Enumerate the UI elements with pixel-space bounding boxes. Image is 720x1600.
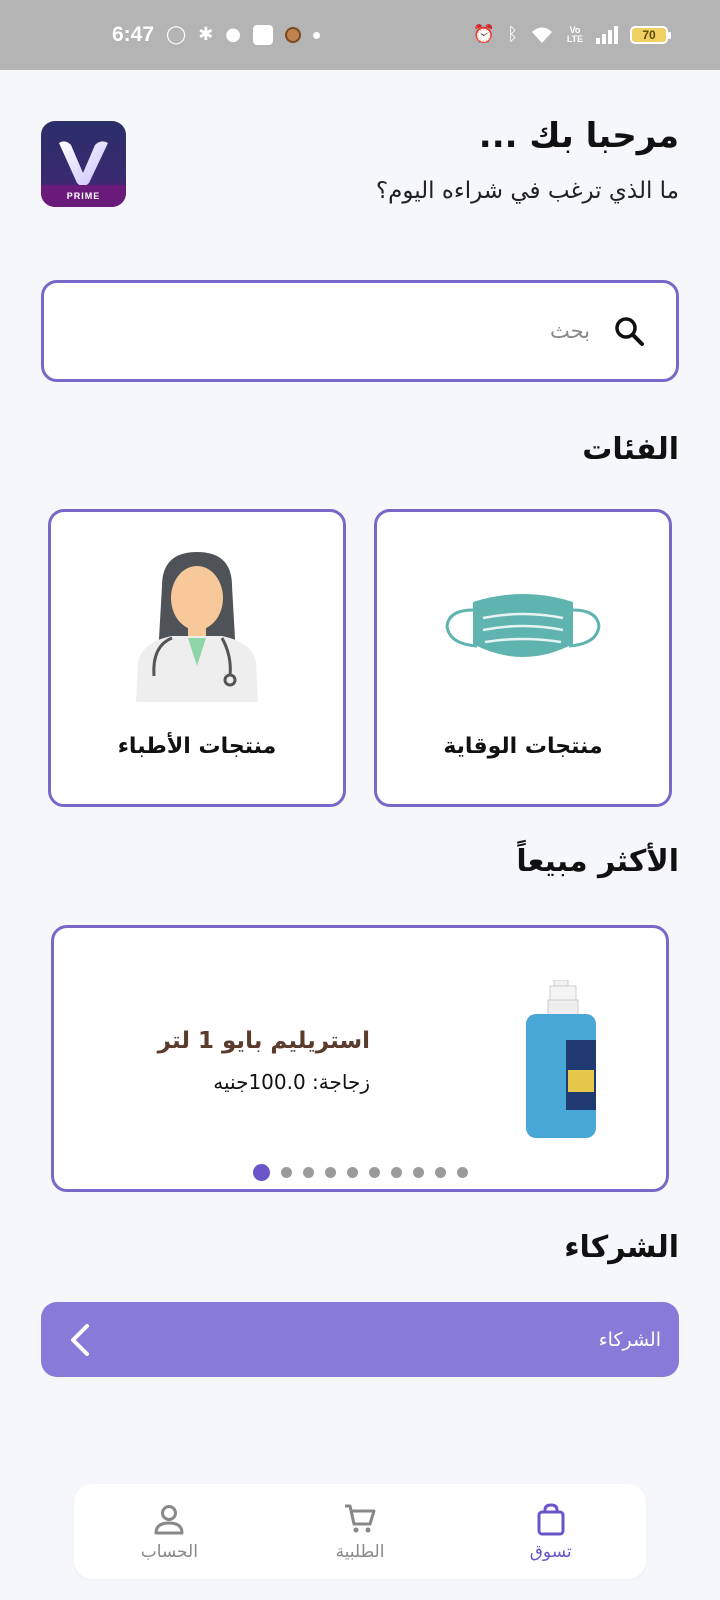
battery-icon: 70 <box>630 26 671 44</box>
carousel-dot[interactable] <box>302 1167 314 1178</box>
person-icon <box>154 1504 184 1534</box>
category-card-protection[interactable]: منتجات الوقاية <box>374 509 672 807</box>
carousel-dot[interactable] <box>434 1167 446 1178</box>
logo-text: PRIME <box>66 191 101 201</box>
battery-level: 70 <box>642 28 656 42</box>
search-icon[interactable] <box>612 314 646 348</box>
search-box[interactable] <box>41 280 679 382</box>
status-time: 6:47 <box>112 23 155 46</box>
chat-bubble-icon: ● <box>225 24 241 45</box>
status-bar: 6:47 ◯ ✱ ● ⏰ ᛒ Vo LTE 70 <box>0 0 720 70</box>
nav-item-account[interactable]: الحساب <box>74 1502 265 1562</box>
category-label: منتجات الأطباء <box>117 734 277 759</box>
carousel-indicator[interactable] <box>54 1164 666 1181</box>
partners-title: الشركاء <box>564 1230 679 1265</box>
greeting-subtitle: ما الذي ترغب في شراءه اليوم؟ <box>375 178 679 204</box>
doctor-icon <box>136 552 258 702</box>
status-left: 6:47 ◯ ✱ ● <box>112 23 320 47</box>
product-image <box>526 980 596 1138</box>
slack-icon: ✱ <box>198 24 214 45</box>
avatar-notification-icon <box>285 27 301 43</box>
carousel-dot[interactable] <box>346 1167 358 1178</box>
app-notification-icon <box>253 25 273 45</box>
product-price: زجاجة: 100.0جنيه <box>213 1070 370 1094</box>
nav-label: تسوق <box>529 1541 572 1562</box>
product-name: استريليم بايو 1 لتر <box>157 1028 370 1054</box>
categories-title: الفئات <box>582 432 679 467</box>
wifi-icon <box>532 27 552 43</box>
greeting-title: مرحبا بك ... <box>478 116 679 156</box>
carousel-dot[interactable] <box>390 1167 402 1178</box>
app-logo: PRIME <box>41 121 126 207</box>
status-right: ⏰ ᛒ Vo LTE 70 <box>472 24 671 45</box>
face-mask-icon <box>445 594 601 657</box>
nav-label: الطلبية <box>335 1541 385 1562</box>
category-card-doctors[interactable]: منتجات الأطباء <box>48 509 346 807</box>
carousel-dot[interactable] <box>412 1167 424 1178</box>
partners-button[interactable]: الشركاء <box>41 1302 679 1377</box>
carousel-dot[interactable] <box>456 1167 468 1178</box>
chevron-left-icon[interactable] <box>65 1320 97 1360</box>
more-notifications-icon <box>313 31 320 39</box>
signal-icon <box>596 26 618 44</box>
bottom-nav: تسوق الطلبية الحساب <box>74 1484 646 1579</box>
whatsapp-icon: ◯ <box>166 24 187 45</box>
carousel-dot[interactable] <box>252 1164 270 1181</box>
logo-v-icon <box>59 141 108 186</box>
best-seller-carousel[interactable]: استريليم بايو 1 لتر زجاجة: 100.0جنيه <box>51 925 669 1192</box>
alarm-icon: ⏰ <box>472 24 496 45</box>
category-label: منتجات الوقاية <box>443 734 603 759</box>
cart-icon <box>345 1504 376 1532</box>
nav-item-orders[interactable]: الطلبية <box>265 1502 456 1562</box>
nav-label: الحساب <box>140 1541 198 1562</box>
shopping-bag-icon <box>537 1502 565 1535</box>
carousel-dot[interactable] <box>368 1167 380 1178</box>
search-input[interactable] <box>90 319 590 343</box>
carousel-dot[interactable] <box>280 1167 292 1178</box>
bluetooth-icon: ᛒ <box>507 24 518 45</box>
partners-label: الشركاء <box>598 1328 661 1351</box>
nav-item-shop[interactable]: تسوق <box>455 1502 646 1562</box>
carousel-dot[interactable] <box>324 1167 336 1178</box>
volte-label: Vo LTE <box>566 25 584 44</box>
best-sellers-title: الأكثر مبيعاً <box>516 844 679 879</box>
